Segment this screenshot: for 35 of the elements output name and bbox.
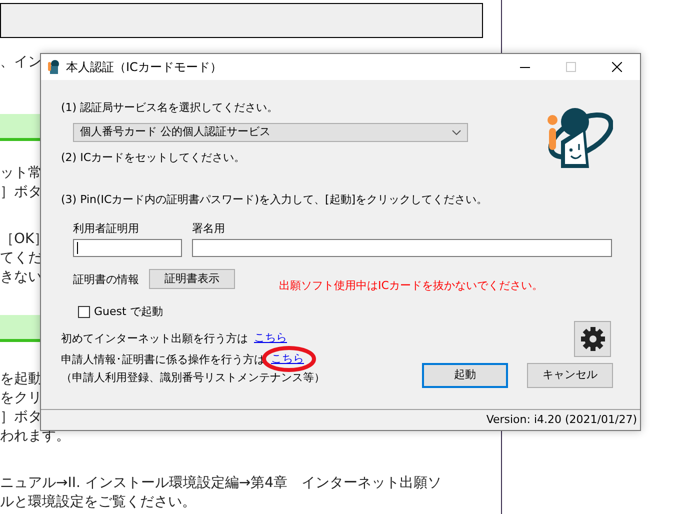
checkbox-label: Guest で起動 (94, 304, 163, 320)
window-title: 本人認証（ICカードモード） (66, 59, 222, 76)
instruction-text: (2) ICカードをセットしてください。 (61, 150, 246, 166)
warning-text: 出願ソフト使用中はICカードを抜かないでください。 (279, 278, 543, 294)
chevron-down-icon (452, 130, 461, 135)
text-line: ニュアル→II. インストール環境設定編→第4章 インターネット出願ソ (0, 474, 442, 493)
text-line: 、イン (0, 53, 42, 72)
text-line: をクリ (0, 389, 42, 408)
field-label: 利用者証明用 (73, 221, 139, 237)
text-line: ］ボタ (0, 183, 42, 202)
show-certificate-button[interactable]: 証明書表示 (149, 269, 235, 289)
checkbox[interactable] (78, 306, 90, 318)
minimize-icon[interactable] (520, 66, 530, 68)
settings-icon (580, 326, 606, 352)
field-label: 署名用 (192, 221, 225, 237)
app-icon (46, 59, 62, 75)
note-text: （申請人利用登録、識別番号リストメンテナンス等） (61, 370, 325, 386)
version-text: Version: i4.20 (2021/01/27) (486, 412, 637, 428)
close-icon[interactable] (612, 62, 622, 72)
dialog-button[interactable]: 起動 (422, 363, 508, 388)
field-label: 証明書の情報 (73, 272, 139, 288)
pin-field[interactable] (192, 239, 612, 257)
here-link[interactable]: こちら (254, 331, 287, 344)
instruction-text: (1) 認証局サービス名を選択してください。 (61, 100, 278, 116)
text-line: ［OK］ (0, 230, 48, 249)
service-dropdown[interactable]: 個人番号カード 公的個人認証サービス (73, 123, 468, 142)
link-prompt-text: 初めてインターネット出願を行う方は (61, 330, 248, 346)
text-line: ルと環境設定をご覧ください。 (0, 493, 196, 512)
text-line: ット常 (0, 164, 42, 183)
pin-field[interactable] (73, 239, 182, 257)
text-line: ］ボタ (0, 408, 42, 427)
text-line: われます。 (0, 427, 70, 446)
settings-button[interactable] (574, 321, 611, 357)
instruction-text: (3) Pin(ICカード内の証明書パスワード)を入力して、[起動]をクリックしてください。 (61, 192, 488, 208)
dialog-button[interactable]: キャンセル (527, 363, 613, 388)
